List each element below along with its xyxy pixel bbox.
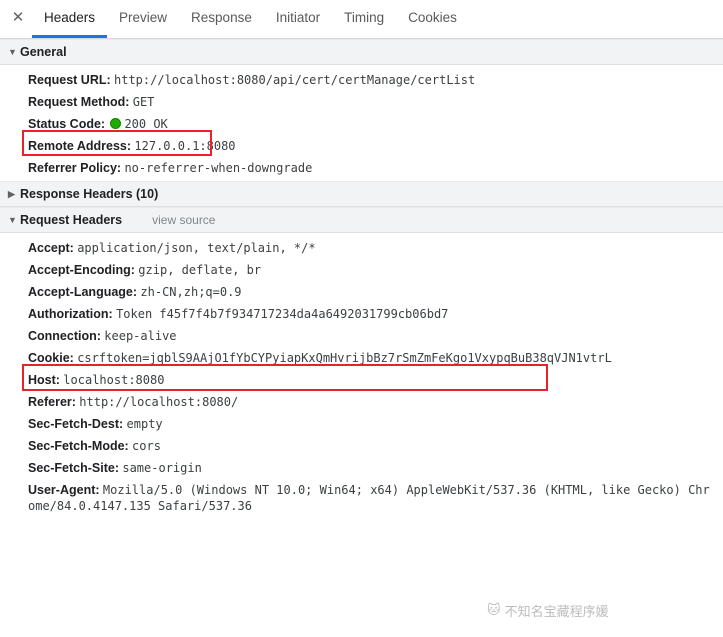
cookie-value: csrftoken=jqblS9AAjO1fYbCYPyiapKxQmHvrij… [77,351,612,365]
remote-address-key: Remote Address: [28,139,132,153]
section-title-request-headers: Request Headers [20,213,123,227]
tab-timing-label: Timing [344,10,385,25]
referrer-policy-row: Referrer Policy: no-referrer-when-downgr… [0,157,723,179]
user-agent-value: Mozilla/5.0 (Windows NT 10.0; Win64; x64… [28,483,710,513]
chevron-down-icon: ▼ [8,46,17,57]
tab-response-label: Response [191,10,252,25]
sec-fetch-site-value: same-origin [122,461,202,475]
sec-fetch-mode-key: Sec-Fetch-Mode: [28,439,129,453]
sec-fetch-site-key: Sec-Fetch-Site: [28,461,119,475]
remote-address-value: 127.0.0.1:8080 [134,139,236,153]
tab-headers-label: Headers [44,10,96,25]
request-method-key: Request Method: [28,95,130,109]
request-url-value: http://localhost:8080/api/cert/certManag… [114,73,476,87]
tab-headers[interactable]: Headers [32,0,108,38]
accept-value: application/json, text/plain, */* [77,241,316,255]
sec-fetch-dest-key: Sec-Fetch-Dest: [28,417,124,431]
section-header-general[interactable]: ▼ General [0,39,723,65]
tab-preview-label: Preview [119,10,168,25]
authorization-key: Authorization: [28,307,113,321]
accept-key: Accept: [28,241,74,255]
sec-fetch-site-row: Sec-Fetch-Site: same-origin [0,457,723,479]
request-url-row: Request URL: http://localhost:8080/api/c… [0,69,723,91]
authorization-row: Authorization: Token f45f7f4b7f934717234… [0,303,723,325]
cat-icon: 🐱 [487,603,501,618]
tab-timing[interactable]: Timing [332,0,396,38]
cookie-row: Cookie: csrftoken=jqblS9AAjO1fYbCYPyiapK… [0,347,723,369]
referer-value: http://localhost:8080/ [79,395,239,409]
referer-row: Referer: http://localhost:8080/ [0,391,723,413]
status-code-value: 200 OK [124,117,168,131]
tab-initiator-label: Initiator [275,10,321,25]
user-agent-key: User-Agent: [28,483,100,497]
sec-fetch-dest-value: empty [126,417,163,431]
referer-key: Referer: [28,395,76,409]
host-value: localhost:8080 [63,373,165,387]
sec-fetch-dest-row: Sec-Fetch-Dest: empty [0,413,723,435]
referrer-policy-value: no-referrer-when-downgrade [124,161,313,175]
tab-cookies-label: Cookies [408,10,457,25]
sec-fetch-mode-value: cors [132,439,161,453]
accept-language-value: zh-CN,zh;q=0.9 [140,285,242,299]
referrer-policy-key: Referrer Policy: [28,161,122,175]
status-code-key: Status Code: [28,117,106,131]
tab-response[interactable]: Response [179,0,264,38]
host-row: Host: localhost:8080 [0,369,723,391]
remote-address-row: Remote Address: 127.0.0.1:8080 [0,135,723,157]
section-header-request-headers[interactable]: ▼ Request Headers view source [0,207,723,233]
request-method-value: GET [132,95,155,109]
status-ok-dot-icon [110,118,122,129]
devtools-tabbar: ✕ Headers Preview Response Initiator Tim… [0,0,723,39]
section-header-response-headers[interactable]: ▶ Response Headers (10) [0,181,723,207]
host-key: Host: [28,373,60,387]
view-source-link[interactable]: view source [152,213,215,227]
section-title-response-headers: Response Headers (10) [20,187,159,201]
cookie-key: Cookie: [28,351,74,365]
connection-value: keep-alive [104,329,177,343]
accept-encoding-key: Accept-Encoding: [28,263,135,277]
close-icon[interactable]: ✕ [4,0,32,38]
tab-preview[interactable]: Preview [107,0,179,38]
connection-key: Connection: [28,329,101,343]
connection-row: Connection: keep-alive [0,325,723,347]
sec-fetch-mode-row: Sec-Fetch-Mode: cors [0,435,723,457]
authorization-value: Token f45f7f4b7f934717234da4a6492031799c… [116,307,449,321]
request-headers-rows: Accept: application/json, text/plain, */… [0,233,723,519]
tab-cookies[interactable]: Cookies [396,0,469,38]
request-url-key: Request URL: [28,73,111,87]
watermark-text: 不知名宝藏程序媛 [504,605,609,620]
request-method-row: Request Method: GET [0,91,723,113]
chevron-right-icon: ▶ [8,188,15,199]
section-title-general: General [20,45,67,59]
tab-initiator[interactable]: Initiator [264,0,332,38]
chevron-down-icon: ▼ [8,214,17,225]
watermark: 🐱 不知名宝藏程序媛 [487,601,609,620]
accept-encoding-row: Accept-Encoding: gzip, deflate, br [0,259,723,281]
general-rows: Request URL: http://localhost:8080/api/c… [0,65,723,181]
accept-row: Accept: application/json, text/plain, */… [0,237,723,259]
user-agent-row: User-Agent: Mozilla/5.0 (Windows NT 10.0… [0,479,723,517]
accept-language-key: Accept-Language: [28,285,138,299]
status-code-row: Status Code: 200 OK [0,113,723,135]
accept-encoding-value: gzip, deflate, br [138,263,262,277]
accept-language-row: Accept-Language: zh-CN,zh;q=0.9 [0,281,723,303]
